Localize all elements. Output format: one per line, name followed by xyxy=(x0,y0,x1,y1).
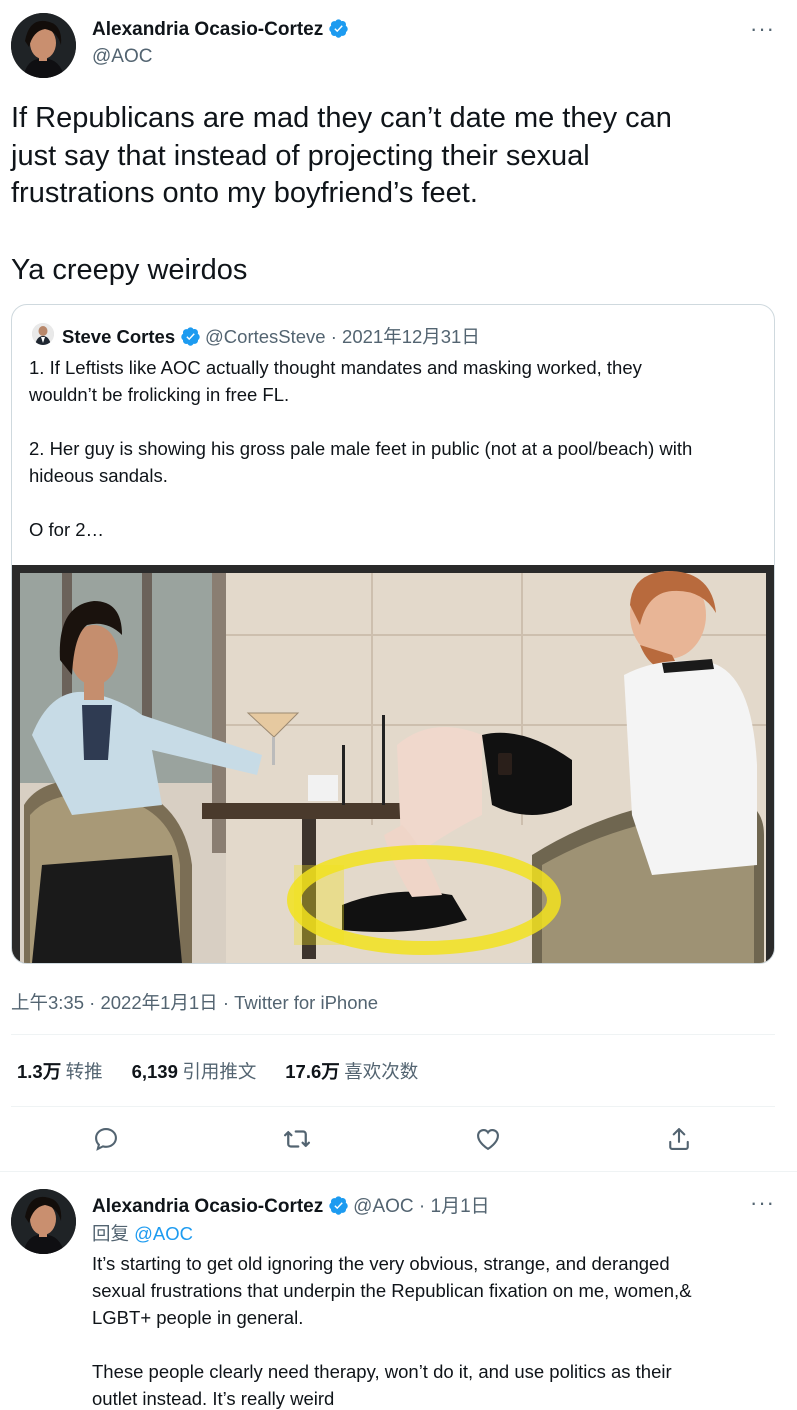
tweet-text: If Republicans are mad they can’t date m… xyxy=(11,100,786,213)
retweet-icon xyxy=(284,1130,310,1148)
reply-author-avatar[interactable] xyxy=(11,1189,76,1254)
reply-text-line: sexual frustrations that underpin the Re… xyxy=(92,1280,692,1301)
tweet-stats: 1.3万 转推 6,139 引用推文 17.6万 喜欢次数 xyxy=(17,1058,418,1084)
quotes-count: 6,139 xyxy=(131,1061,178,1082)
tweet-text-line: If Republicans are mad they can’t date m… xyxy=(11,102,672,134)
likes-label: 喜欢次数 xyxy=(344,1061,419,1082)
likes-count: 17.6万 xyxy=(285,1061,340,1082)
photo-image xyxy=(12,565,774,963)
reply-author-name[interactable]: Alexandria Ocasio-Cortez xyxy=(92,1196,323,1217)
replying-prefix: 回复 xyxy=(92,1223,135,1244)
tweet-text-line: just say that instead of projecting thei… xyxy=(11,139,590,172)
quotes-stat[interactable]: 6,139 引用推文 xyxy=(132,1061,261,1082)
quoted-tweet-date: · 2021年12月31日 xyxy=(325,326,480,347)
section-divider xyxy=(0,1171,797,1172)
quoted-text-line: 2. Her guy is showing his gross pale mal… xyxy=(29,438,693,459)
quoted-header: Steve Cortes @CortesSteve · 2021年12月31日 xyxy=(62,323,480,349)
author-avatar[interactable] xyxy=(11,13,76,78)
share-button[interactable] xyxy=(659,1119,699,1159)
quoted-text-line: wouldn’t be frolicking in free FL. xyxy=(29,384,290,405)
quotes-label: 引用推文 xyxy=(182,1061,257,1082)
quoted-author-name: Steve Cortes xyxy=(62,326,176,347)
share-icon xyxy=(669,1128,689,1150)
verified-badge-icon xyxy=(180,327,200,346)
tweet-text-line: Ya creepy weirdos xyxy=(11,254,248,286)
quoted-text-line: O for 2… xyxy=(29,519,105,540)
reply-text-line: It’s starting to get old ignoring the ve… xyxy=(92,1253,670,1274)
verified-badge-icon xyxy=(329,19,348,38)
author-name[interactable]: Alexandria Ocasio-Cortez xyxy=(92,19,323,40)
quoted-tweet-card[interactable]: Steve Cortes @CortesSteve · 2021年12月31日 … xyxy=(11,304,775,964)
replying-handle-link[interactable]: @AOC xyxy=(134,1223,193,1244)
reply-icon xyxy=(95,1128,117,1151)
reply-text-line: These people clearly need therapy, won’t… xyxy=(92,1361,672,1382)
tweet-timestamp[interactable]: 上午3:35 · 2022年1月1日 · Twitter for iPhone xyxy=(11,989,378,1015)
like-button[interactable] xyxy=(468,1119,508,1159)
quoted-tweet-photo[interactable] xyxy=(12,565,774,963)
quoted-text-line: 1. If Leftists like AOC actually thought… xyxy=(29,357,642,378)
reply-header: Alexandria Ocasio-Cortez @AOC · 1月1日 xyxy=(92,1191,490,1217)
reply-tweet-text: It’s starting to get old ignoring the ve… xyxy=(92,1250,782,1410)
tweet-text-line: frustrations onto my boyfriend’s feet. xyxy=(11,177,478,209)
quoted-text-line: hideous sandals. xyxy=(29,465,168,486)
replying-to: 回复 @AOC xyxy=(92,1220,193,1246)
quoted-tweet-text: 1. If Leftists like AOC actually thought… xyxy=(29,354,764,543)
reply-date[interactable]: · 1月1日 xyxy=(414,1196,490,1217)
quoted-author-handle: @CortesSteve xyxy=(205,326,326,347)
more-options-button[interactable]: ··· xyxy=(750,16,775,42)
divider xyxy=(11,1106,775,1107)
divider xyxy=(11,1034,775,1035)
retweets-count: 1.3万 xyxy=(17,1061,62,1082)
reply-text-line: LGBT+ people in general. xyxy=(92,1307,304,1328)
reply-author-handle[interactable]: @AOC xyxy=(353,1196,413,1217)
verified-badge-icon xyxy=(329,1196,348,1215)
reply-button[interactable] xyxy=(86,1119,126,1159)
quoted-author-avatar xyxy=(32,323,54,345)
retweets-label: 转推 xyxy=(65,1061,103,1082)
author-handle[interactable]: @AOC xyxy=(92,46,152,68)
retweets-stat[interactable]: 1.3万 转推 xyxy=(17,1061,107,1082)
reply-text-line: outlet instead. It’s really weird xyxy=(92,1388,335,1409)
likes-stat[interactable]: 17.6万 喜欢次数 xyxy=(285,1061,418,1082)
reply-more-options-button[interactable]: ··· xyxy=(750,1190,775,1216)
retweet-button[interactable] xyxy=(277,1119,317,1159)
author-name-row: Alexandria Ocasio-Cortez xyxy=(92,18,349,44)
like-icon xyxy=(477,1128,499,1151)
